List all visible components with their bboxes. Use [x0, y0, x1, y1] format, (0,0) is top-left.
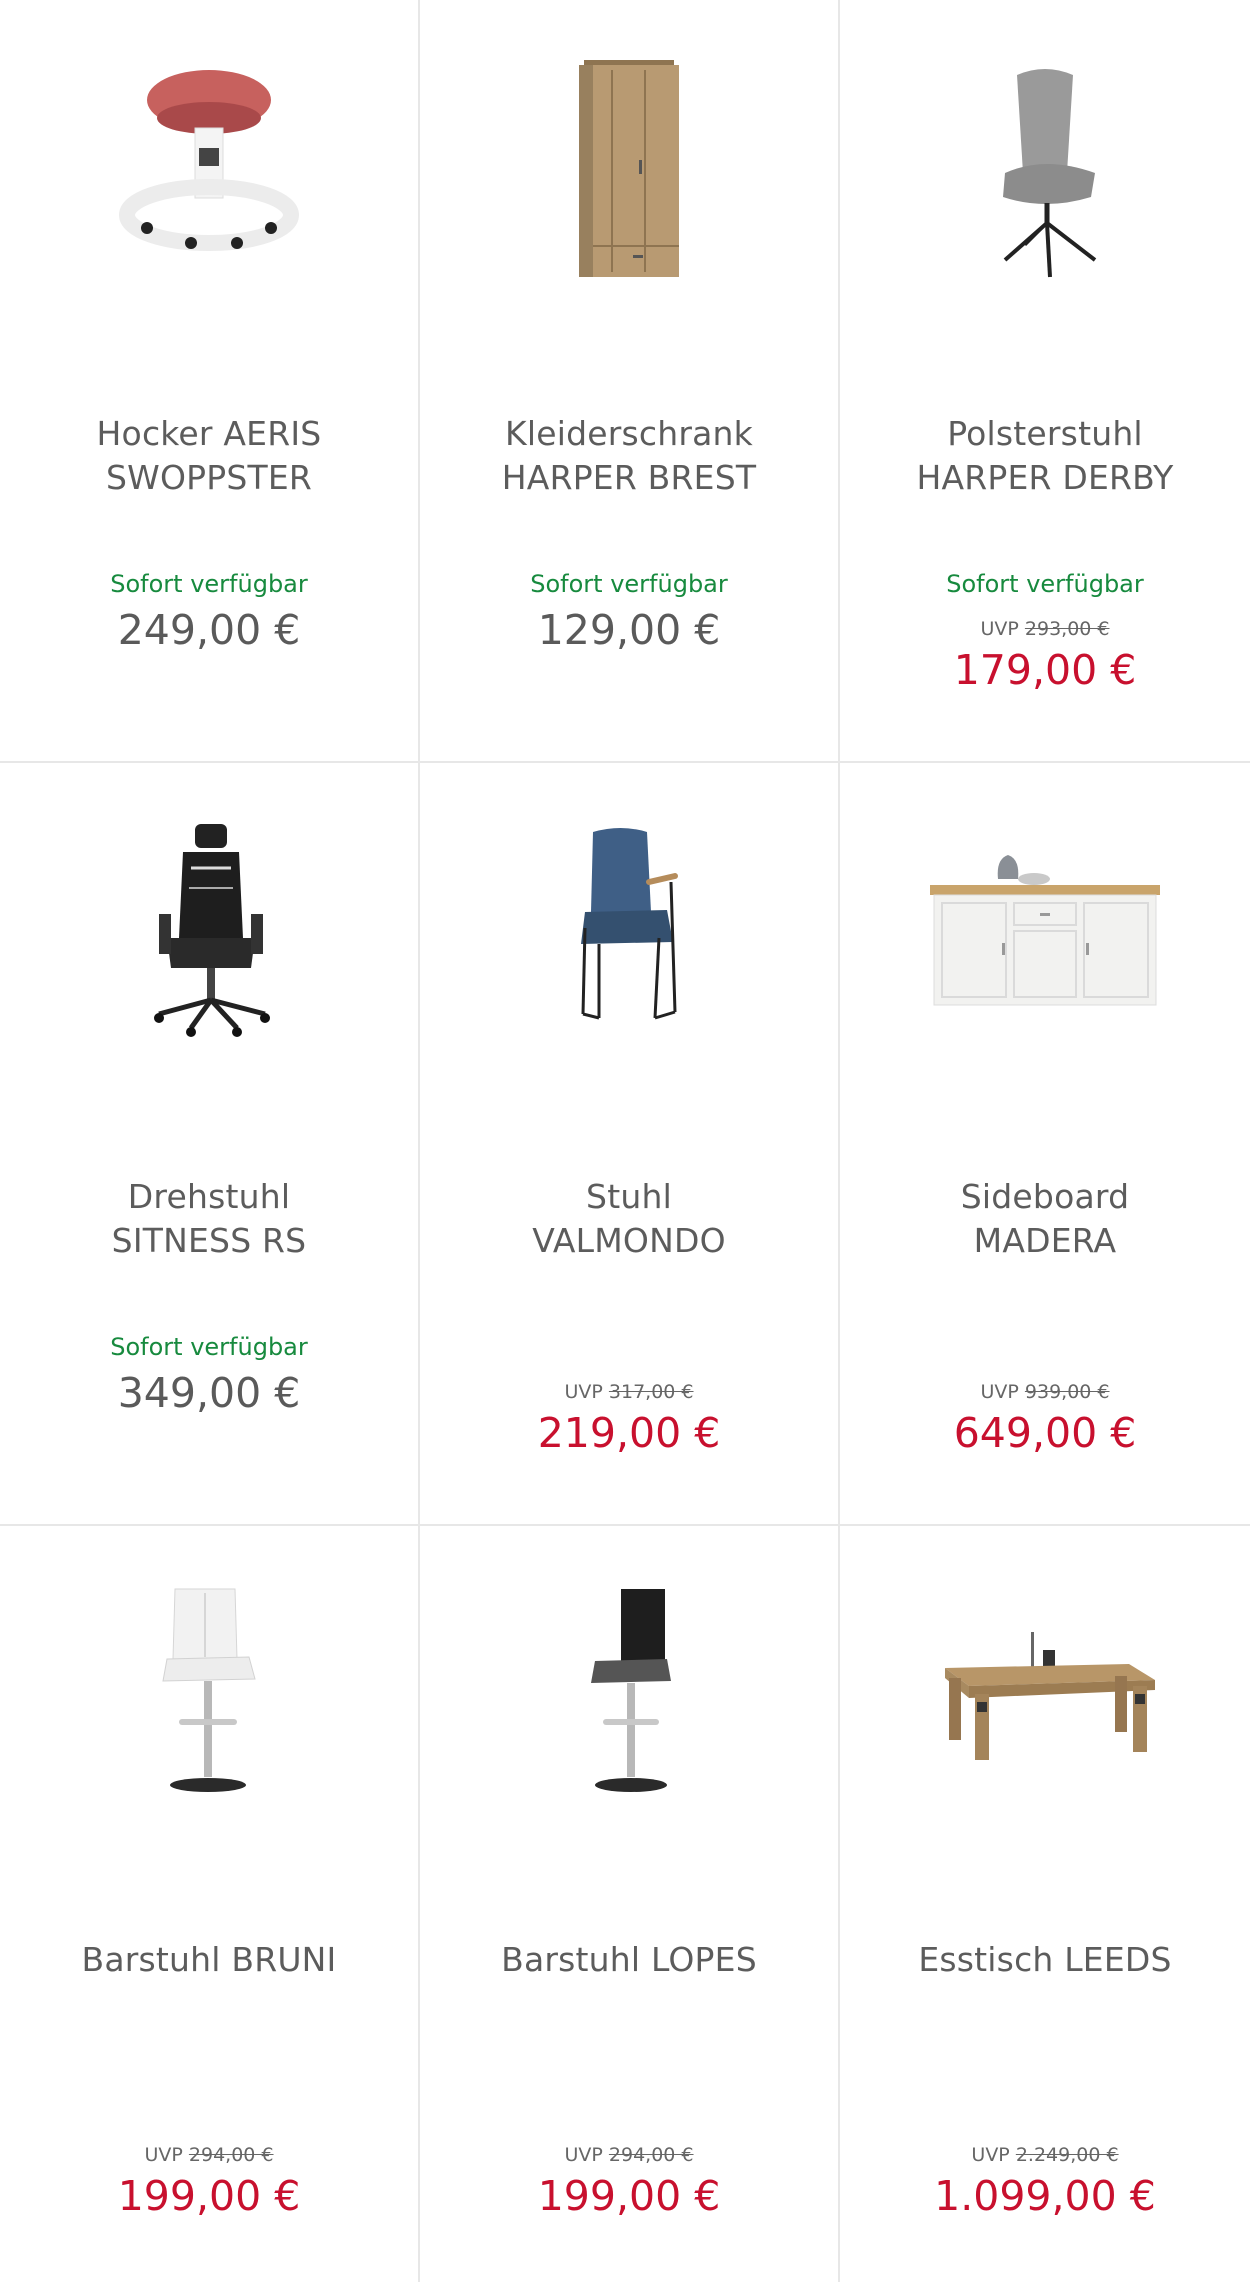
uvp-label: UVP — [980, 618, 1019, 640]
availability-label: Sofort verfügbar — [110, 1333, 308, 1361]
product-title[interactable]: Drehstuhl SITNESS RS — [10, 1175, 408, 1263]
uvp-price: 293,00 € — [1024, 618, 1110, 640]
product-title-line: Esstisch LEEDS — [918, 1940, 1172, 1979]
upholstered-chair-icon[interactable] — [840, 40, 1250, 300]
sale-price: 1.099,00 € — [934, 2172, 1156, 2220]
product-card[interactable]: Polsterstuhl HARPER DERBY Sofort verfügb… — [840, 0, 1250, 761]
uvp-price: 2.249,00 € — [1015, 2144, 1119, 2166]
uvp-label: UVP — [564, 1381, 603, 1403]
uvp-label: UVP — [980, 1381, 1019, 1403]
uvp-price: 294,00 € — [608, 2144, 694, 2166]
dining-table-icon[interactable] — [840, 1566, 1250, 1826]
product-card[interactable]: Kleiderschrank HARPER BREST Sofort verfü… — [420, 0, 838, 761]
sideboard-icon[interactable] — [840, 803, 1250, 1063]
availability-label: Sofort verfügbar — [946, 570, 1144, 598]
bar-stool-black-icon[interactable] — [420, 1566, 838, 1826]
office-chair-icon[interactable] — [0, 803, 418, 1063]
product-card[interactable]: Barstuhl LOPES UVP 294,00 € 199,00 € — [420, 1526, 838, 2282]
product-title-line: Hocker AERIS — [96, 414, 322, 453]
uvp-line: UVP 2.249,00 € — [840, 2144, 1250, 2166]
product-title-line: Barstuhl BRUNI — [81, 1940, 337, 1979]
availability-label: Sofort verfügbar — [110, 570, 308, 598]
bar-stool-white-icon[interactable] — [0, 1566, 418, 1826]
product-title[interactable]: Kleiderschrank HARPER BREST — [430, 412, 828, 500]
product-title-line: VALMONDO — [532, 1221, 726, 1260]
price: 129,00 € — [537, 606, 721, 654]
product-title-line: HARPER DERBY — [916, 458, 1174, 497]
product-card[interactable]: Hocker AERIS SWOPPSTER Sofort verfügbar … — [0, 0, 418, 761]
uvp-price: 294,00 € — [188, 2144, 274, 2166]
product-title[interactable]: Esstisch LEEDS — [850, 1938, 1240, 1982]
uvp-line: UVP 294,00 € — [420, 2144, 838, 2166]
product-title-line: Stuhl — [586, 1177, 672, 1216]
stool-icon[interactable] — [0, 40, 418, 300]
product-title[interactable]: Hocker AERIS SWOPPSTER — [10, 412, 408, 500]
uvp-line: UVP 939,00 € — [840, 1381, 1250, 1403]
product-title[interactable]: Sideboard MADERA — [850, 1175, 1240, 1263]
price: 249,00 € — [117, 606, 301, 654]
product-card[interactable]: Sideboard MADERA UVP 939,00 € 649,00 € — [840, 763, 1250, 1524]
product-card[interactable]: Barstuhl BRUNI UVP 294,00 € 199,00 € — [0, 1526, 418, 2282]
uvp-line: UVP 294,00 € — [0, 2144, 418, 2166]
product-card[interactable]: Stuhl VALMONDO UVP 317,00 € 219,00 € — [420, 763, 838, 1524]
availability-label: Sofort verfügbar — [530, 570, 728, 598]
product-title-line: Kleiderschrank — [505, 414, 753, 453]
product-title-line: SWOPPSTER — [105, 458, 313, 497]
sale-price: 649,00 € — [953, 1409, 1137, 1457]
chair-icon[interactable] — [420, 803, 838, 1063]
product-title[interactable]: Barstuhl LOPES — [430, 1938, 828, 1982]
product-title-line: SITNESS RS — [111, 1221, 307, 1260]
uvp-label: UVP — [564, 2144, 603, 2166]
sale-price: 179,00 € — [953, 646, 1137, 694]
product-card[interactable]: Drehstuhl SITNESS RS Sofort verfügbar 34… — [0, 763, 418, 1524]
product-title-line: MADERA — [973, 1221, 1117, 1260]
product-title-line: Barstuhl LOPES — [501, 1940, 757, 1979]
uvp-line: UVP 293,00 € — [840, 618, 1250, 640]
sale-price: 219,00 € — [537, 1409, 721, 1457]
product-title-line: Drehstuhl — [127, 1177, 291, 1216]
product-title[interactable]: Barstuhl BRUNI — [10, 1938, 408, 1982]
product-grid: Hocker AERIS SWOPPSTER Sofort verfügbar … — [0, 0, 1250, 2282]
price: 349,00 € — [117, 1369, 301, 1417]
product-title-line: Polsterstuhl — [947, 414, 1143, 453]
product-title[interactable]: Polsterstuhl HARPER DERBY — [850, 412, 1240, 500]
uvp-label: UVP — [144, 2144, 183, 2166]
uvp-price: 939,00 € — [1024, 1381, 1110, 1403]
sale-price: 199,00 € — [117, 2172, 301, 2220]
product-title-line: Sideboard — [960, 1177, 1130, 1216]
sale-price: 199,00 € — [537, 2172, 721, 2220]
product-card[interactable]: Esstisch LEEDS UVP 2.249,00 € 1.099,00 € — [840, 1526, 1250, 2282]
product-title[interactable]: Stuhl VALMONDO — [430, 1175, 828, 1263]
wardrobe-icon[interactable] — [420, 40, 838, 300]
product-title-line: HARPER BREST — [501, 458, 757, 497]
uvp-price: 317,00 € — [608, 1381, 694, 1403]
uvp-label: UVP — [971, 2144, 1010, 2166]
uvp-line: UVP 317,00 € — [420, 1381, 838, 1403]
